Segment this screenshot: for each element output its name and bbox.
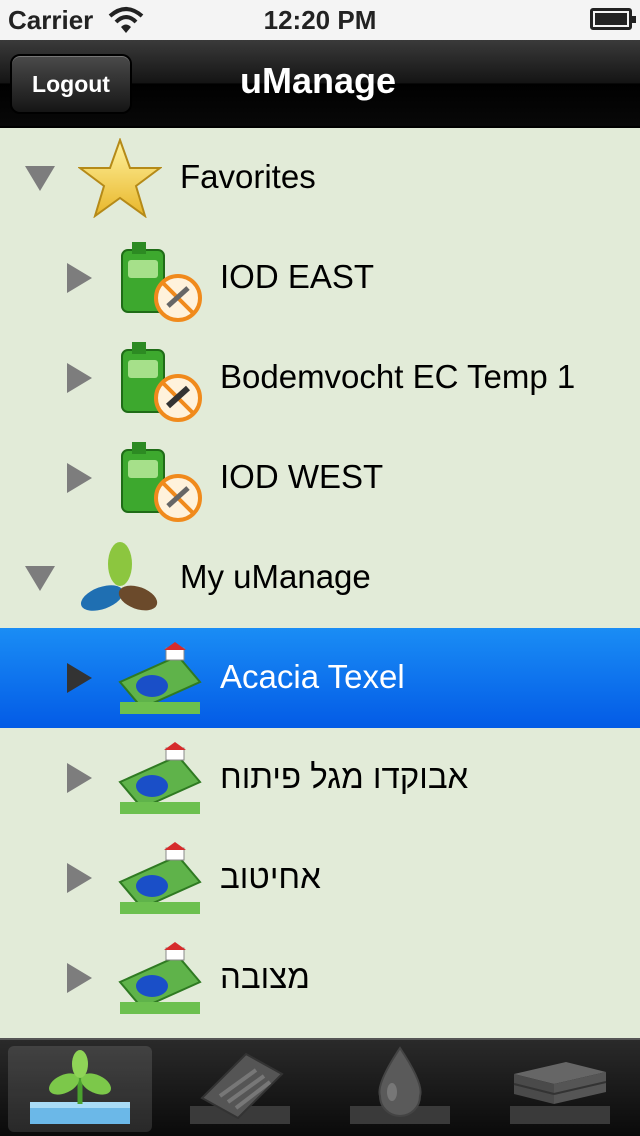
tab-bar: [0, 1038, 640, 1136]
tree-item-label: IOD EAST: [220, 258, 375, 295]
disclosure-collapsed-icon[interactable]: [67, 663, 92, 693]
page-title: uManage: [239, 60, 397, 101]
group-favorites[interactable]: Favorites: [0, 128, 640, 228]
tree-item-acacia-texel[interactable]: Acacia Texel: [0, 628, 640, 728]
plant-icon: [30, 1050, 130, 1124]
disclosure-collapsed-icon[interactable]: [67, 463, 92, 493]
tree-item-iod-west[interactable]: IOD WEST: [0, 428, 640, 528]
battery-icon: [590, 8, 636, 30]
tab-water[interactable]: [320, 1040, 480, 1136]
navigation-bar: Logout uManage: [0, 40, 640, 128]
status-time: 12:20 PM: [263, 5, 377, 35]
disclosure-expanded-icon[interactable]: [25, 166, 55, 191]
farm-field-icon: [118, 742, 202, 814]
tree-item-achituv[interactable]: אחיטוב: [0, 828, 640, 928]
farm-field-icon: [118, 642, 202, 714]
farm-field-icon: [118, 942, 202, 1014]
tree-item-bodemvocht[interactable]: Bodemvocht EC Temp 1: [0, 328, 640, 428]
tree-list: Favorites IOD EAST Bodemvocht EC Temp 1 …: [0, 128, 640, 1038]
group-label-favorites: Favorites: [180, 158, 316, 195]
disclosure-collapsed-icon[interactable]: [67, 763, 92, 793]
sensor-icon: [121, 442, 202, 522]
disclosure-collapsed-icon[interactable]: [67, 863, 92, 893]
tree-item-label: Acacia Texel: [220, 658, 405, 695]
tree-item-iod-east[interactable]: IOD EAST: [0, 228, 640, 328]
umanage-logo-icon: [80, 542, 158, 611]
tree-item-label: מצובה: [220, 958, 310, 995]
disclosure-collapsed-icon[interactable]: [67, 963, 92, 993]
tree-item-label: Bodemvocht EC Temp 1: [220, 358, 576, 395]
app-screen: Carrier 12:20 PM Logout uManage Favorite…: [0, 0, 640, 1136]
tree-item-label: אחיטוב: [220, 858, 321, 895]
star-icon: [78, 138, 162, 218]
disclosure-collapsed-icon[interactable]: [67, 363, 92, 393]
status-bar: Carrier 12:20 PM: [0, 0, 640, 40]
sensor-icon: [121, 342, 202, 422]
tab-plant[interactable]: [0, 1040, 160, 1136]
group-my-umanage[interactable]: My uManage: [0, 528, 640, 628]
farm-field-icon: [118, 842, 202, 914]
sensor-icon: [121, 242, 202, 322]
group-label-my-umanage: My uManage: [180, 558, 371, 595]
tree-item-avocado[interactable]: אבוקדו מגל פיתוח: [0, 728, 640, 828]
tab-notepad[interactable]: [160, 1040, 320, 1136]
tab-soil[interactable]: [480, 1040, 640, 1136]
tree-item-label: אבוקדו מגל פיתוח: [220, 758, 469, 795]
disclosure-collapsed-icon[interactable]: [67, 263, 92, 293]
notepad-icon: [190, 1052, 290, 1124]
soil-layers-icon: [510, 1062, 610, 1124]
tree-item-label: IOD WEST: [220, 458, 384, 495]
disclosure-expanded-icon[interactable]: [25, 566, 55, 591]
tree-item-metzuba[interactable]: מצובה: [0, 928, 640, 1028]
water-drop-icon: [350, 1046, 450, 1124]
